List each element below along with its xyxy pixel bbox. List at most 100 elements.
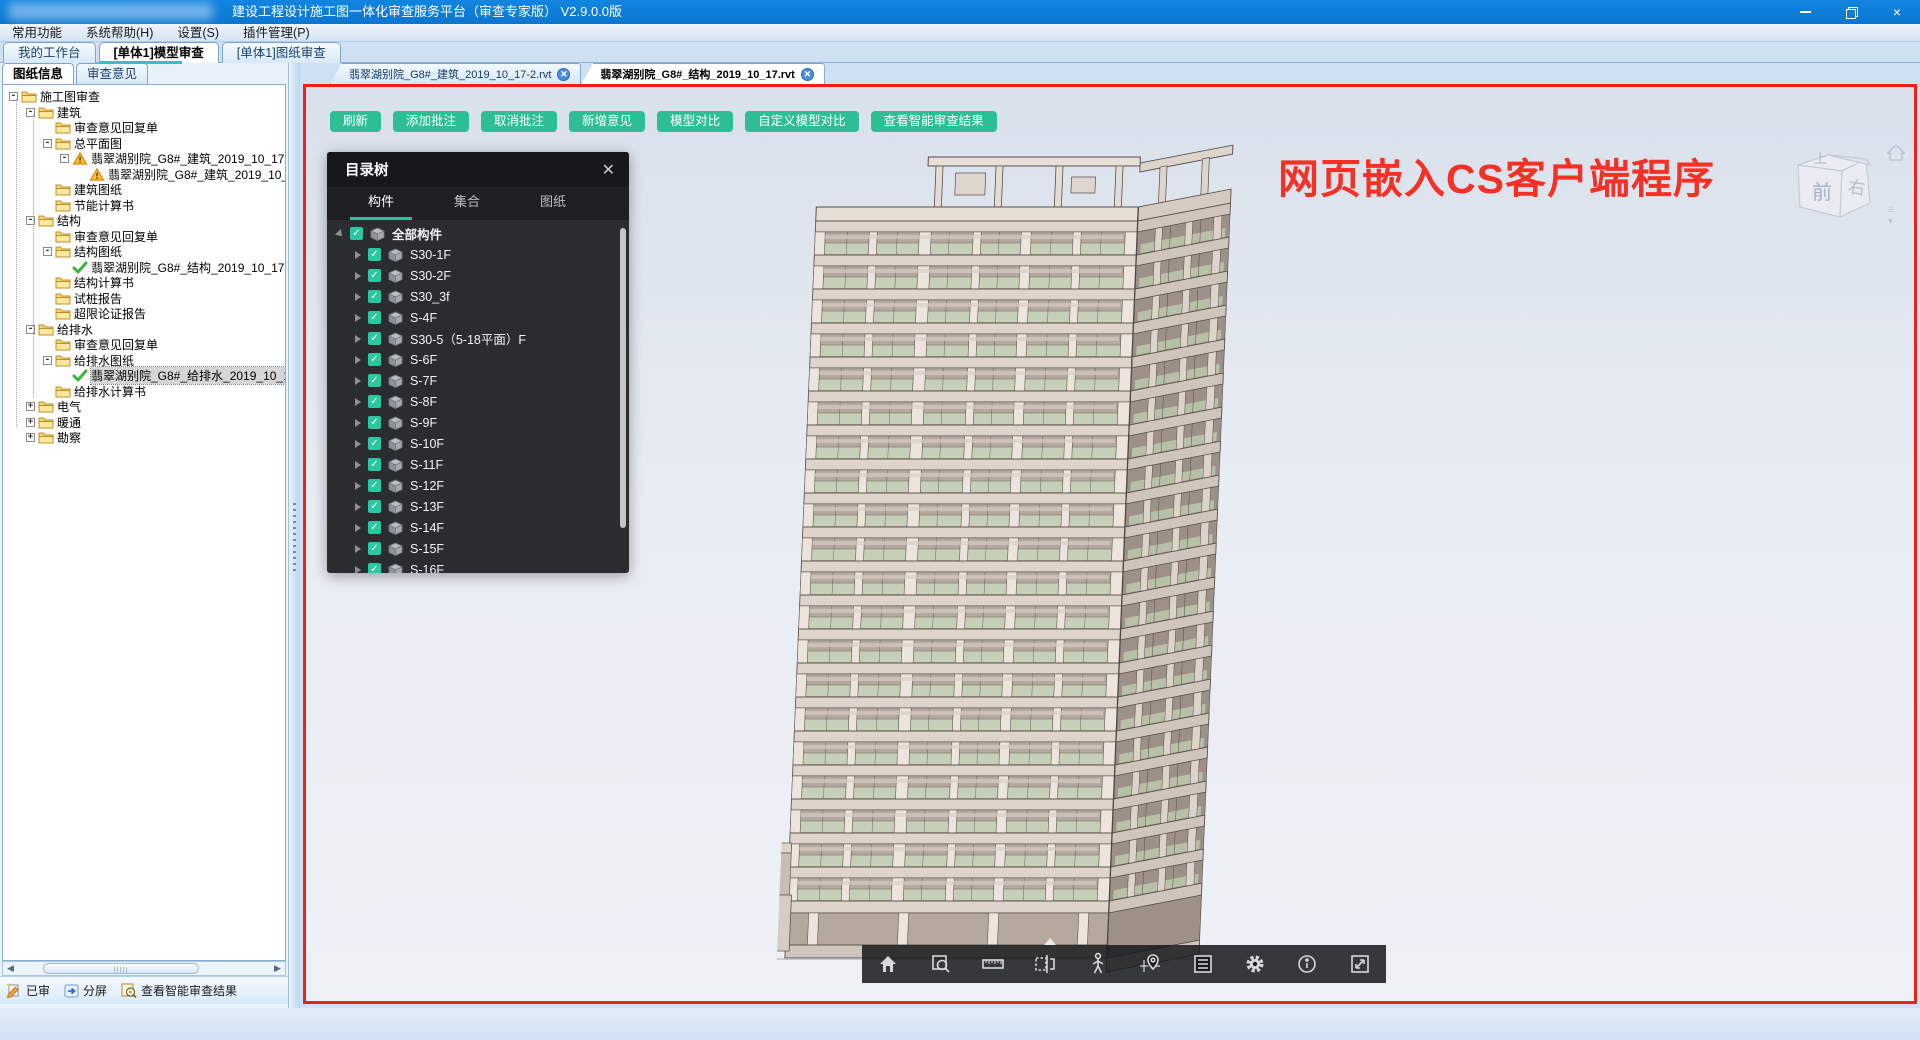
catalog-tab[interactable]: 构件	[345, 187, 417, 220]
tree-item[interactable]: 翡翠湖别院_G8#_建筑_2019_10_1	[3, 167, 285, 183]
expand-toggle-icon[interactable]	[26, 402, 35, 411]
expand-triangle-icon[interactable]	[355, 314, 361, 322]
menu-item[interactable]: 系统帮助(H)	[74, 24, 165, 42]
tree-item[interactable]: 审查意见回复单	[3, 120, 285, 136]
checkbox-checked[interactable]: ✓	[368, 437, 381, 450]
expand-triangle-icon[interactable]	[355, 545, 361, 553]
expand-triangle-icon[interactable]	[355, 251, 361, 259]
menu-item[interactable]: 插件管理(P)	[231, 24, 322, 42]
catalog-item[interactable]: ✓ S-15F	[327, 538, 629, 559]
walk-icon[interactable]	[1085, 951, 1111, 977]
home-icon[interactable]	[875, 951, 901, 977]
tree-item[interactable]: 勘察	[3, 430, 285, 446]
minimize-button[interactable]	[1782, 0, 1828, 24]
tree-item[interactable]: 建筑图纸	[3, 182, 285, 198]
catalog-item[interactable]: ✓ S-6F	[327, 349, 629, 370]
model-toolbar-button[interactable]: 新增意见	[569, 111, 645, 132]
catalog-item[interactable]: ✓ S-10F	[327, 433, 629, 454]
model-toolbar-button[interactable]: 取消批注	[481, 111, 557, 132]
workspace-tab[interactable]: [单体1]图纸审查	[222, 42, 341, 63]
expand-triangle-icon[interactable]	[355, 398, 361, 406]
left-panel-tab[interactable]: 审查意见	[76, 63, 148, 84]
model-toolbar-button[interactable]: 刷新	[330, 111, 381, 132]
tree-item[interactable]: 节能计算书	[3, 198, 285, 214]
smart-review-result-button[interactable]: 查看智能审查结果	[121, 982, 237, 999]
document-tab[interactable]: 翡翠湖别院_G8#_结构_2019_10_17.rvt ✕	[581, 63, 824, 84]
catalog-item[interactable]: ✓ S30-1F	[327, 244, 629, 265]
expand-toggle-icon[interactable]	[43, 247, 52, 256]
tree-item[interactable]: 结构	[3, 213, 285, 229]
checkbox-checked[interactable]: ✓	[368, 521, 381, 534]
checkbox-checked[interactable]: ✓	[368, 416, 381, 429]
checkbox-checked[interactable]: ✓	[368, 542, 381, 555]
expand-toggle-icon[interactable]	[26, 433, 35, 442]
cube-menu-icon[interactable]: ≡▾	[1888, 205, 1894, 227]
tree-item[interactable]: 超限论证报告	[3, 306, 285, 322]
workspace-tab[interactable]: [单体1]模型审查	[99, 42, 219, 63]
measure-icon[interactable]	[980, 951, 1006, 977]
model-toolbar-button[interactable]: 添加批注	[393, 111, 469, 132]
info-icon[interactable]	[1294, 951, 1320, 977]
expand-triangle-icon[interactable]	[355, 419, 361, 427]
checkbox-checked[interactable]: ✓	[368, 500, 381, 513]
document-tab[interactable]: 翡翠湖别院_G8#_建筑_2019_10_17-2.rvt ✕	[330, 63, 581, 84]
catalog-item[interactable]: ✓ S-13F	[327, 496, 629, 517]
tree-item[interactable]: 电气	[3, 399, 285, 415]
menu-item[interactable]: 常用功能	[0, 24, 74, 42]
tree-item[interactable]: 结构图纸	[3, 244, 285, 260]
checkbox-checked[interactable]: ✓	[368, 311, 381, 324]
checkbox-checked[interactable]: ✓	[368, 248, 381, 261]
tree-item[interactable]: 翡翠湖别院_G8#_给排水_2019_10_17	[3, 368, 285, 384]
tree-item[interactable]: 试桩报告	[3, 291, 285, 307]
model-toolbar-button[interactable]: 查看智能审查结果	[871, 111, 997, 132]
catalog-tab[interactable]: 集合	[431, 187, 503, 220]
expand-triangle-icon[interactable]	[355, 377, 361, 385]
expand-triangle-icon[interactable]	[355, 356, 361, 364]
catalog-scrollbar-thumb[interactable]	[620, 228, 626, 528]
tree-item[interactable]: 给排水计算书	[3, 384, 285, 400]
catalog-item[interactable]: ✓ S30-2F	[327, 265, 629, 286]
tree-item[interactable]: 暖通	[3, 415, 285, 431]
expand-triangle-icon[interactable]	[355, 503, 361, 511]
scrollbar-track[interactable]	[18, 962, 270, 975]
catalog-item[interactable]: ✓ S-4F	[327, 307, 629, 328]
catalog-item[interactable]: ✓ S-9F	[327, 412, 629, 433]
catalog-tab[interactable]: 图纸	[517, 187, 589, 220]
scrollbar-thumb[interactable]	[43, 963, 199, 974]
expand-toggle-icon[interactable]	[43, 139, 52, 148]
checkbox-checked[interactable]: ✓	[350, 227, 363, 240]
fullscreen-icon[interactable]	[1347, 951, 1373, 977]
close-button[interactable]: ×	[1874, 0, 1920, 24]
toolbar-collapse-icon[interactable]	[1044, 938, 1056, 945]
expand-toggle-icon[interactable]	[60, 154, 69, 163]
tree-item[interactable]: 总平面图	[3, 136, 285, 152]
expand-triangle-icon[interactable]	[355, 335, 361, 343]
catalog-close-icon[interactable]: ✕	[602, 160, 615, 180]
menu-item[interactable]: 设置(S)	[165, 24, 231, 42]
catalog-item[interactable]: ✓ S-14F	[327, 517, 629, 538]
expand-triangle-icon[interactable]	[355, 272, 361, 280]
catalog-item[interactable]: ✓ S-16F	[327, 559, 629, 573]
expand-triangle-icon[interactable]	[355, 482, 361, 490]
catalog-item[interactable]: ✓ S-11F	[327, 454, 629, 475]
tree-item[interactable]: 审查意见回复单	[3, 229, 285, 245]
workspace-tab[interactable]: 我的工作台	[3, 42, 96, 63]
expand-toggle-icon[interactable]	[26, 418, 35, 427]
checkbox-checked[interactable]: ✓	[368, 290, 381, 303]
settings-gear-icon[interactable]	[1242, 951, 1268, 977]
expand-triangle-icon[interactable]	[355, 293, 361, 301]
catalog-item[interactable]: ✓ S30_3f	[327, 286, 629, 307]
catalog-item[interactable]: ✓ S-8F	[327, 391, 629, 412]
model-viewport[interactable]: 刷新添加批注取消批注新增意见模型对比自定义模型对比查看智能审查结果 目录树 ✕ …	[303, 84, 1917, 1004]
tree-item[interactable]: 翡翠湖别院_G8#_建筑_2019_10_17.r	[3, 151, 285, 167]
map-pin-icon[interactable]	[1137, 951, 1163, 977]
checkbox-checked[interactable]: ✓	[368, 374, 381, 387]
tree-item[interactable]: 翡翠湖别院_G8#_结构_2019_10_17.r	[3, 260, 285, 276]
split-screen-button[interactable]: 分屏	[64, 982, 107, 999]
checkbox-checked[interactable]: ✓	[368, 353, 381, 366]
checkbox-checked[interactable]: ✓	[368, 458, 381, 471]
tree-item[interactable]: 审查意见回复单	[3, 337, 285, 353]
catalog-item[interactable]: ✓ S-12F	[327, 475, 629, 496]
tree-horizontal-scrollbar[interactable]: ◀ ▶	[2, 961, 286, 976]
checkbox-checked[interactable]: ✓	[368, 332, 381, 345]
